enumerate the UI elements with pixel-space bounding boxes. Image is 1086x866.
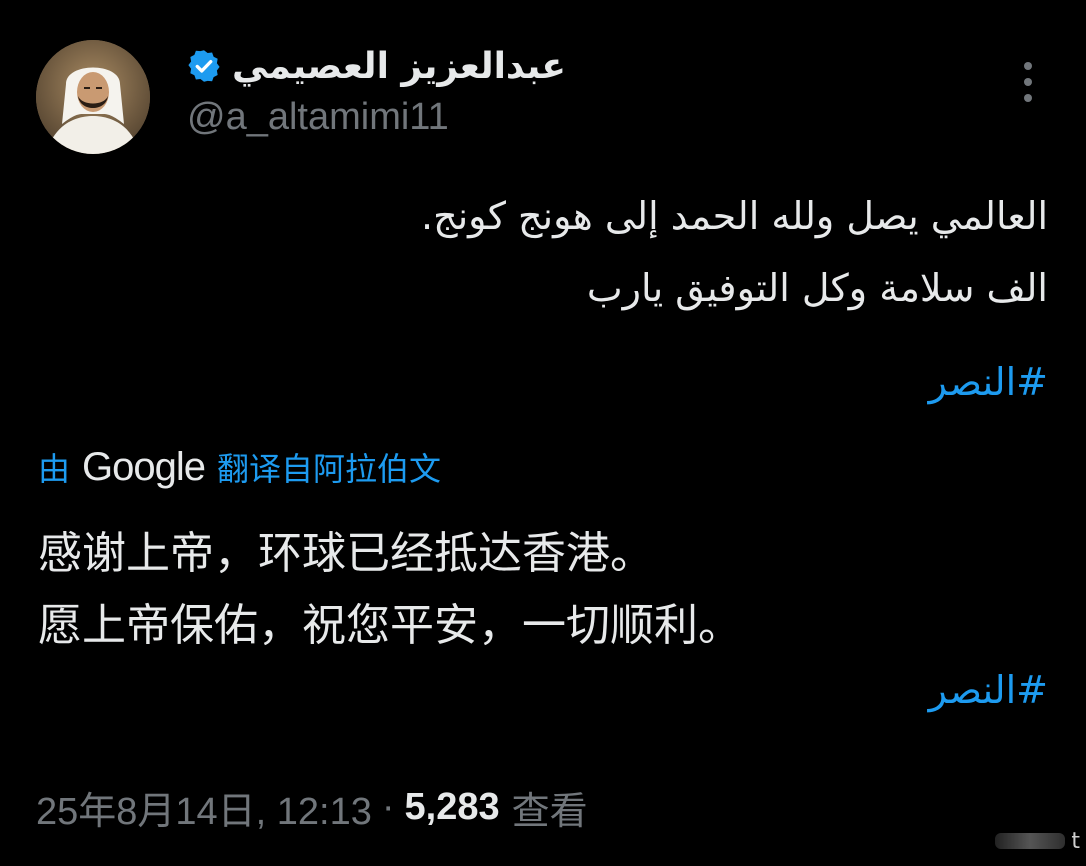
tweet-card: عبدالعزيز العصيمي @a_altamimi11 العالمي … [0, 0, 1086, 866]
translated-text: 感谢上帝，环球已经抵达香港。 愿上帝保佑，祝您平安，一切顺利。 [38, 518, 742, 662]
profile-photo-icon [36, 40, 150, 154]
views-label: 查看 [511, 789, 588, 833]
watermark: t [980, 826, 1080, 856]
author-handle[interactable]: @a_altamimi11 [187, 96, 449, 139]
meta-separator: · [381, 786, 395, 828]
tweet-meta: 25年8月14日, 12:13 · 5,283 查看 [36, 780, 588, 835]
timestamp[interactable]: 25年8月14日, 12:13 [36, 780, 372, 835]
more-dot [1024, 62, 1032, 70]
more-dot [1024, 94, 1032, 102]
watermark-text: t [1071, 828, 1080, 854]
translation-attribution: 由 Google 翻译自阿拉伯文 [38, 442, 441, 492]
tweet-text: العالمي يصل ولله الحمد إلى هونج كونج. ال… [148, 180, 1048, 324]
views-count: 5,283 [404, 786, 500, 828]
tweet-line: الف سلامة وكل التوفيق يارب [586, 266, 1048, 310]
hashtag-link[interactable]: #النصر [929, 360, 1048, 404]
translated-line: 感谢上帝，环球已经抵达香港。 [38, 528, 654, 579]
author-name-row[interactable]: عبدالعزيز العصيمي [186, 38, 566, 94]
display-name: عبدالعزيز العصيمي [232, 45, 567, 87]
more-dot [1024, 78, 1032, 86]
more-options-icon[interactable] [1014, 62, 1042, 102]
avatar[interactable] [36, 40, 150, 154]
google-logo: Google [82, 444, 206, 489]
translated-from-link[interactable]: 翻译自阿拉伯文 [217, 444, 441, 490]
translated-hashtag-link[interactable]: #النصر [929, 668, 1048, 712]
verified-badge-icon [188, 50, 220, 82]
translated-by-label: 由 [38, 450, 71, 488]
tweet-line: العالمي يصل ولله الحمد إلى هونج كونج. [421, 194, 1048, 238]
watermark-blur [995, 833, 1066, 849]
translated-line: 愿上帝保佑，祝您平安，一切顺利。 [38, 600, 742, 651]
